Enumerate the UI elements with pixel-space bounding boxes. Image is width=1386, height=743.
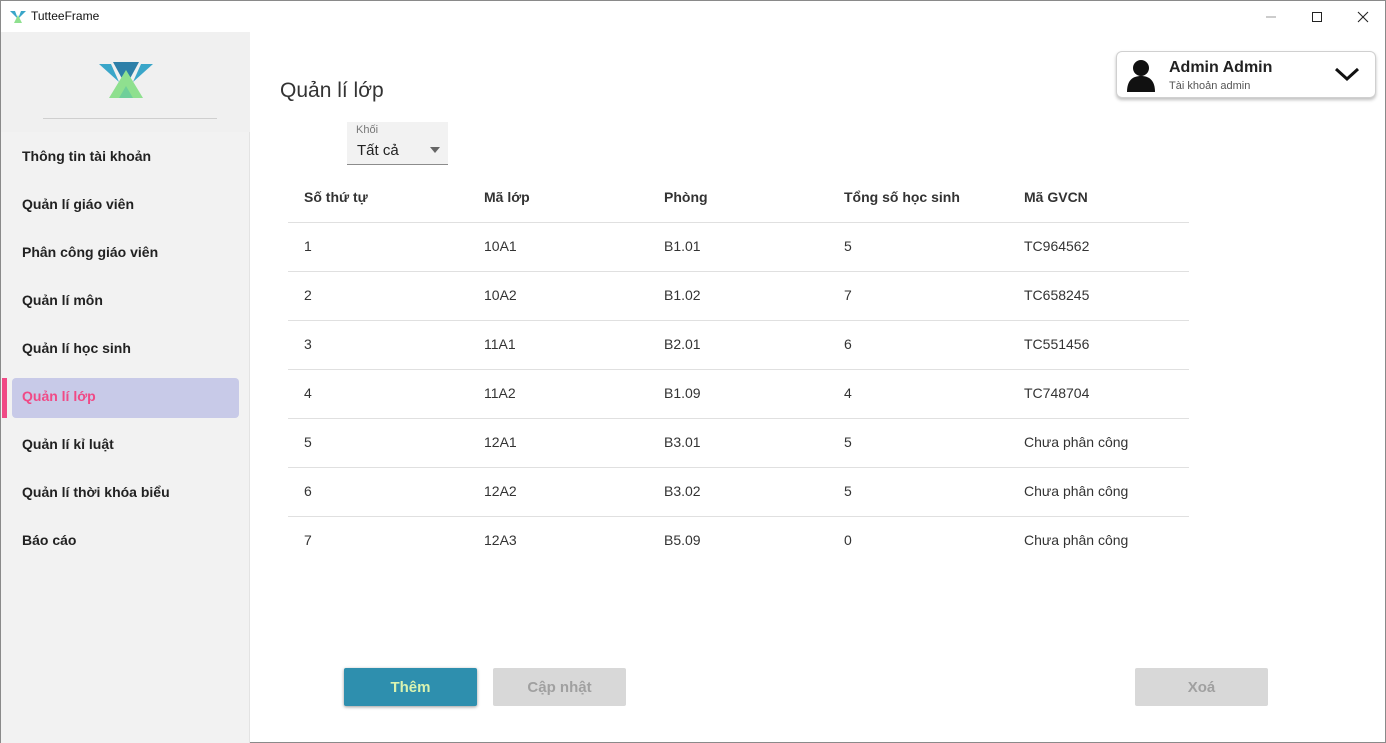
table-cell: 12A2 — [484, 483, 517, 499]
maximize-button[interactable] — [1294, 1, 1340, 32]
title-bar: TutteeFrame — [1, 1, 1385, 32]
sidebar-item-students[interactable]: Quản lí học sinh — [1, 326, 250, 374]
close-button[interactable] — [1340, 1, 1386, 32]
table-cell: 3 — [304, 336, 312, 352]
sidebar-item-account-info[interactable]: Thông tin tài khoản — [1, 134, 250, 182]
table-cell: 2 — [304, 287, 312, 303]
grade-filter-value: Tất cả — [357, 142, 399, 159]
sidebar-item-timetable[interactable]: Quản lí thời khóa biểu — [1, 470, 250, 518]
sidebar-item-teacher-assignment[interactable]: Phân công giáo viên — [1, 230, 250, 278]
table-cell: 6 — [304, 483, 312, 499]
table-cell: 10A2 — [484, 287, 517, 303]
table-cell: 10A1 — [484, 238, 517, 254]
table-cell: B1.02 — [664, 287, 701, 303]
sidebar-item-classes[interactable]: Quản lí lớp — [1, 374, 250, 422]
table-cell: B1.09 — [664, 385, 701, 401]
grade-filter-label: Khối — [356, 124, 379, 136]
logo-divider — [43, 118, 217, 119]
user-role: Tài khoản admin — [1169, 80, 1251, 92]
active-indicator — [2, 378, 7, 418]
user-name: Admin Admin — [1169, 59, 1273, 76]
delete-button[interactable]: Xoá — [1135, 668, 1268, 706]
sidebar-item-label: Quản lí học sinh — [22, 340, 131, 356]
table-cell: B3.01 — [664, 434, 701, 450]
table-cell: 6 — [844, 336, 852, 352]
user-avatar-icon — [1127, 60, 1155, 92]
table-cell: B3.02 — [664, 483, 701, 499]
minimize-icon — [1266, 16, 1276, 17]
table-cell: Chưa phân công — [1024, 532, 1129, 548]
column-header[interactable]: Mã GVCN — [1024, 189, 1088, 205]
sidebar-item-discipline[interactable]: Quản lí kỉ luật — [1, 422, 250, 470]
table-row[interactable]: 7 12A3 B5.09 0 Chưa phân công — [288, 517, 1189, 566]
table-row[interactable]: 3 11A1 B2.01 6 TC551456 — [288, 321, 1189, 370]
brand-logo-icon — [99, 62, 153, 98]
table-row[interactable]: 4 11A2 B1.09 4 TC748704 — [288, 370, 1189, 419]
sidebar-item-label: Quản lí thời khóa biểu — [22, 484, 170, 500]
table-cell: 5 — [304, 434, 312, 450]
sidebar-item-label: Thông tin tài khoản — [22, 148, 152, 164]
column-header[interactable]: Tổng số học sinh — [844, 189, 960, 205]
table-cell: Chưa phân công — [1024, 434, 1129, 450]
sidebar-item-teachers[interactable]: Quản lí giáo viên — [1, 182, 250, 230]
sidebar-item-label: Quản lí giáo viên — [22, 196, 135, 212]
table-cell: 7 — [304, 532, 312, 548]
sidebar-logo-area — [1, 32, 250, 132]
table-cell: 4 — [304, 385, 312, 401]
table-cell: B1.01 — [664, 238, 701, 254]
table-header: Số thứ tự Mã lớp Phòng Tổng số học sinh … — [288, 173, 1189, 223]
table-cell: 11A1 — [484, 336, 516, 352]
minimize-button[interactable] — [1248, 1, 1294, 32]
table-row[interactable]: 1 10A1 B1.01 5 TC964562 — [288, 223, 1189, 272]
user-account-dropdown[interactable]: Admin Admin Tài khoản admin — [1116, 51, 1376, 98]
table-cell: B5.09 — [664, 532, 701, 548]
sidebar-item-label: Quản lí môn — [22, 292, 103, 308]
maximize-icon — [1312, 11, 1322, 22]
table-cell: 12A3 — [484, 532, 517, 548]
column-header[interactable]: Số thứ tự — [304, 189, 368, 205]
table-cell: 5 — [844, 483, 852, 499]
table-cell: 4 — [844, 385, 852, 401]
grade-filter-select[interactable]: Khối Tất cả — [347, 122, 448, 165]
app-logo-icon — [10, 11, 26, 23]
add-button[interactable]: Thêm — [344, 668, 477, 706]
table-cell: 7 — [844, 287, 852, 303]
page-title: Quản lí lớp — [280, 79, 384, 102]
table-cell: 12A1 — [484, 434, 517, 450]
sidebar-item-subjects[interactable]: Quản lí môn — [1, 278, 250, 326]
table-row[interactable]: 5 12A1 B3.01 5 Chưa phân công — [288, 419, 1189, 468]
close-icon — [1357, 11, 1369, 22]
sidebar-item-label: Phân công giáo viên — [22, 244, 159, 260]
table-cell: TC658245 — [1024, 287, 1090, 303]
sidebar: Thông tin tài khoản Quản lí giáo viên Ph… — [1, 32, 250, 743]
sidebar-item-label: Quản lí kỉ luật — [22, 436, 114, 452]
table-cell: TC551456 — [1024, 336, 1090, 352]
table-cell: 11A2 — [484, 385, 516, 401]
table-row[interactable]: 2 10A2 B1.02 7 TC658245 — [288, 272, 1189, 321]
table-cell: 0 — [844, 532, 852, 548]
window-title: TutteeFrame — [31, 9, 100, 23]
sidebar-item-label: Báo cáo — [22, 532, 77, 548]
column-header[interactable]: Mã lớp — [484, 189, 530, 205]
table-cell: TC748704 — [1024, 385, 1090, 401]
column-header[interactable]: Phòng — [664, 189, 708, 205]
dropdown-caret-icon — [430, 147, 440, 153]
sidebar-item-label: Quản lí lớp — [22, 388, 96, 404]
class-table: Số thứ tự Mã lớp Phòng Tổng số học sinh … — [288, 173, 1189, 566]
table-cell: 1 — [304, 238, 312, 254]
table-cell: 5 — [844, 434, 852, 450]
sidebar-item-reports[interactable]: Báo cáo — [1, 518, 250, 566]
table-cell: B2.01 — [664, 336, 701, 352]
app-window: TutteeFrame Thông tin tài khoản Quản lí … — [0, 0, 1386, 743]
sidebar-menu: Thông tin tài khoản Quản lí giáo viên Ph… — [1, 134, 250, 566]
chevron-down-icon — [1334, 67, 1360, 82]
table-cell: TC964562 — [1024, 238, 1090, 254]
update-button[interactable]: Cập nhật — [493, 668, 626, 706]
table-cell: 5 — [844, 238, 852, 254]
table-row[interactable]: 6 12A2 B3.02 5 Chưa phân công — [288, 468, 1189, 517]
table-cell: Chưa phân công — [1024, 483, 1129, 499]
